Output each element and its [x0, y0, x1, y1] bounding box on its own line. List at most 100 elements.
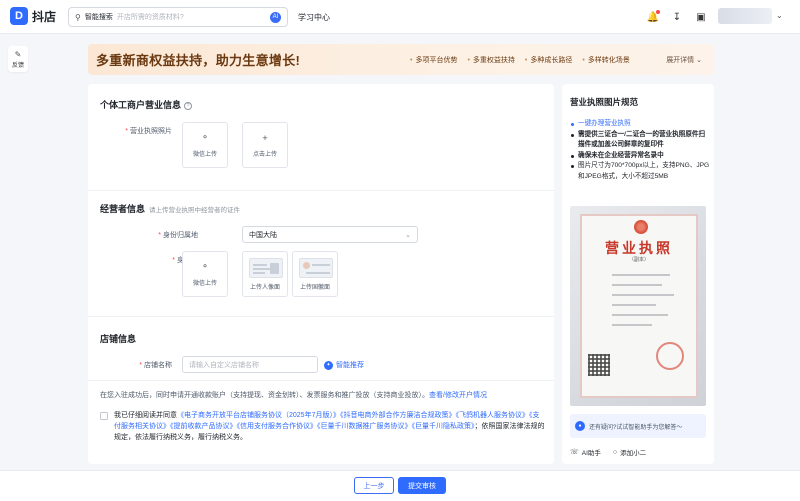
agreement-link[interactable]: 《提前收款产品协议》	[170, 423, 237, 430]
license-guide-list: 一键办理营业执照 需提供三证合一/二证合一的营业执照原件扫描件或加盖公司鲜章的复…	[570, 119, 710, 182]
banner-tag: 多样转化场景	[582, 55, 630, 65]
id-region-label-text: 身份归属地	[163, 232, 198, 239]
id-line	[306, 272, 330, 274]
help-icon[interactable]: ?	[184, 102, 193, 110]
id-region-value: 中国大陆	[249, 231, 277, 239]
agreement-link[interactable]: 《抖音电商外部合作方廉洁合规政策》	[340, 412, 456, 419]
top-bar: D 抖店 ⚲ 智能搜索 开店所需的资质材料? AI 学习中心 🔔 ↧ ▣ ⌄	[0, 0, 800, 34]
ai-helper-label: AI助手	[581, 450, 601, 457]
license-line	[612, 284, 662, 286]
agreement-link[interactable]: 《巨量千川数据推广服务协议》	[317, 423, 412, 430]
view-account-link[interactable]: 查看/修改开户情况	[429, 392, 487, 399]
register-license-link[interactable]: 一键办理营业执照	[570, 119, 710, 130]
license-image-sub: （副本）	[628, 257, 649, 263]
banner-tag: 多种成长路径	[525, 55, 572, 65]
footer-bar: 上一步 提交审核	[0, 470, 800, 501]
user-account[interactable]	[718, 8, 772, 24]
store-icon[interactable]: ▣	[694, 10, 708, 24]
id-line	[312, 264, 330, 266]
search-icon: ⚲	[75, 12, 81, 22]
operator-info-title: 经营者信息 请上传营业执照中经营者的证件	[100, 202, 240, 215]
agreement-link[interactable]: 《信用支付服务合作协议》	[237, 423, 318, 430]
license-line	[612, 304, 656, 306]
banner-tags: 多项平台优势 多重权益扶持 多种成长路径 多样转化场景	[410, 55, 630, 65]
smart-recommend-button[interactable]: ✦ 智能推荐	[324, 360, 364, 370]
download-icon[interactable]: ↧	[670, 10, 684, 24]
logo-text: 抖店	[32, 9, 57, 24]
license-sample-image: 营业执照 （副本）	[570, 206, 706, 406]
headset-icon: ☏	[570, 449, 579, 456]
business-info-title-text: 个体工商户营业信息	[100, 100, 182, 110]
license-guide-title: 营业执照图片规范	[570, 97, 639, 107]
license-guide-panel: 营业执照图片规范 一键办理营业执照 需提供三证合一/二证合一的营业执照原件扫描件…	[562, 84, 714, 464]
wechat-upload-button[interactable]: ⚬ 微信上传	[182, 122, 228, 168]
assistant-text: 还有疑问?试试智能助手为您解答～	[589, 424, 683, 431]
store-name-input[interactable]: 请输入自定义店铺名称	[182, 356, 318, 373]
banner-tag: 多项平台优势	[410, 55, 457, 65]
upload-portrait-button[interactable]: 上传人像面	[242, 251, 288, 297]
chevron-down-icon[interactable]: ⌄	[776, 11, 783, 20]
id-region-select[interactable]: 中国大陆 ⌄	[242, 226, 418, 243]
assistant-prompt[interactable]: ● 还有疑问?试试智能助手为您解答～	[570, 414, 706, 438]
license-photo-label: * 营业执照照片	[125, 128, 172, 135]
smart-recommend-icon: ✦	[324, 360, 333, 370]
chevron-down-icon: ⌄	[405, 231, 411, 239]
add-helper-label: 添加小二	[620, 450, 647, 457]
agreement-link[interactable]: 《电子商务开放平台店铺服务协议（2025年7月版）》	[177, 412, 340, 419]
store-info-title: 店铺信息	[100, 334, 137, 344]
license-line	[612, 324, 652, 326]
emblem-icon	[303, 262, 310, 269]
agreement-prefix: 我已仔细阅读并同意	[114, 412, 177, 419]
agreement-text: 我已仔细阅读并同意《电子商务开放平台店铺服务协议（2025年7月版）》《抖音电商…	[114, 410, 546, 443]
feedback-button[interactable]: ✎ 反馈	[8, 46, 28, 72]
click-upload-button[interactable]: + 点击上传	[242, 122, 288, 168]
upload-emblem-label: 上传国徽面	[299, 285, 330, 291]
license-paper: 营业执照 （副本）	[580, 214, 698, 398]
search-bar[interactable]: ⚲ 智能搜索 开店所需的资质材料? AI	[68, 7, 288, 27]
chat-icon: ○	[612, 448, 618, 456]
operator-info-subtitle: 请上传营业执照中经营者的证件	[149, 207, 241, 214]
store-name-label: * 店铺名称	[139, 362, 172, 369]
form-card: 个体工商户营业信息? * 营业执照照片 ⚬ 微信上传 + 点击上传 经营者信息 请上…	[88, 84, 554, 464]
agreement-link[interactable]: 《巨量千川隐私政策》	[412, 423, 475, 430]
ai-helper-button[interactable]: ☏ AI助手	[570, 447, 601, 457]
guide-item: 需提供三证合一/二证合一的营业执照原件扫描件或加盖公司鲜章的复印件	[570, 130, 710, 151]
license-line	[612, 314, 668, 316]
expand-details-link[interactable]: 展开详情 ⌄	[666, 55, 702, 65]
add-helper-button[interactable]: ○ 添加小二	[612, 447, 647, 458]
id-region-label: * 身份归属地	[158, 232, 198, 239]
id-line	[253, 264, 267, 266]
id-line	[253, 268, 271, 270]
agreement-link[interactable]: 《飞鸽机器人服务协议》	[455, 412, 529, 419]
divider	[88, 316, 554, 317]
prev-step-button[interactable]: 上一步	[354, 477, 394, 494]
operator-info-title-text: 经营者信息	[100, 204, 146, 214]
logo-icon: D	[10, 7, 28, 25]
guide-item: 图片尺寸为700*700px以上，支持PNG、JPG和JPEG格式，大小不超过5…	[570, 161, 710, 182]
upload-emblem-button[interactable]: 上传国徽面	[292, 251, 338, 297]
guide-item-text: 需提供三证合一/二证合一的营业执照原件扫描件或加盖公司鲜章的复印件	[578, 130, 706, 149]
store-name-label-text: 店铺名称	[144, 362, 172, 369]
agreement: 我已仔细阅读并同意《电子商务开放平台店铺服务协议（2025年7月版）》《抖音电商…	[100, 410, 546, 443]
agree-checkbox[interactable]	[100, 412, 108, 420]
submit-review-button[interactable]: 提交审核	[398, 477, 446, 494]
id-portrait-sample	[249, 258, 283, 278]
id-wechat-upload-button[interactable]: ⚬ 微信上传	[182, 251, 228, 297]
id-photo	[270, 263, 279, 274]
license-line	[612, 294, 674, 296]
assistant-icon: ●	[575, 421, 585, 431]
bell-icon[interactable]: 🔔	[646, 10, 660, 24]
divider	[88, 190, 554, 191]
license-photo-label-text: 营业执照照片	[130, 128, 172, 135]
national-emblem	[634, 220, 648, 234]
banner-tag: 多重权益扶持	[467, 55, 515, 65]
account-notice: 在您入驻成功后，同时申请开通收款账户（支持提现、资金划转）、发票服务和推广投放（…	[100, 390, 487, 400]
wechat-upload-label: 微信上传	[192, 152, 217, 158]
ai-search-icon[interactable]: AI	[270, 11, 281, 23]
logo[interactable]: D 抖店	[10, 7, 56, 25]
wechat-icon: ⚬	[201, 261, 209, 271]
plus-icon: +	[262, 132, 268, 143]
learning-center-link[interactable]: 学习中心	[298, 12, 330, 23]
license-line	[612, 274, 670, 276]
search-input[interactable]: 开店所需的资质材料?	[117, 12, 266, 22]
